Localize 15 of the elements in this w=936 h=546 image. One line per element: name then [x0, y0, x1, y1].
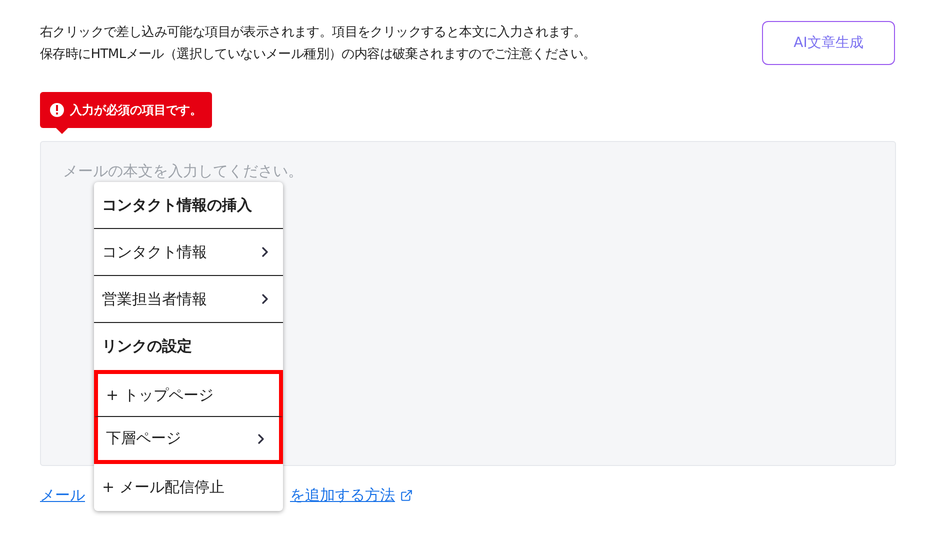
instruction-text: 保存時にHTMLメール（選択していないメール種別）の内容は破棄されますのでご注意ください。	[40, 46, 596, 64]
alert-icon	[50, 103, 64, 117]
help-link[interactable]: を追加する方法	[290, 484, 395, 506]
external-link-icon	[400, 488, 413, 502]
menu-section-header: リンクの設定	[101, 336, 193, 358]
tooltip-pointer	[56, 128, 68, 134]
submenu-item[interactable]: コンタクト情報	[94, 229, 283, 276]
help-link[interactable]: メール	[40, 484, 85, 506]
ai-generate-button[interactable]: AI文章生成	[762, 21, 895, 65]
instruction-text: 右クリックで差し込み可能な項目が表示されます。項目をクリックすると本文に入力されます。	[40, 24, 588, 42]
submenu-item[interactable]: 下層ページ	[94, 417, 283, 464]
menu-item[interactable]: + トップページ	[94, 370, 283, 417]
menu-section-header: コンタクト情報の挿入	[94, 182, 283, 229]
submenu-item[interactable]: 営業担当者情報	[94, 276, 283, 323]
menu-item[interactable]: + メール配信停止	[94, 464, 283, 511]
